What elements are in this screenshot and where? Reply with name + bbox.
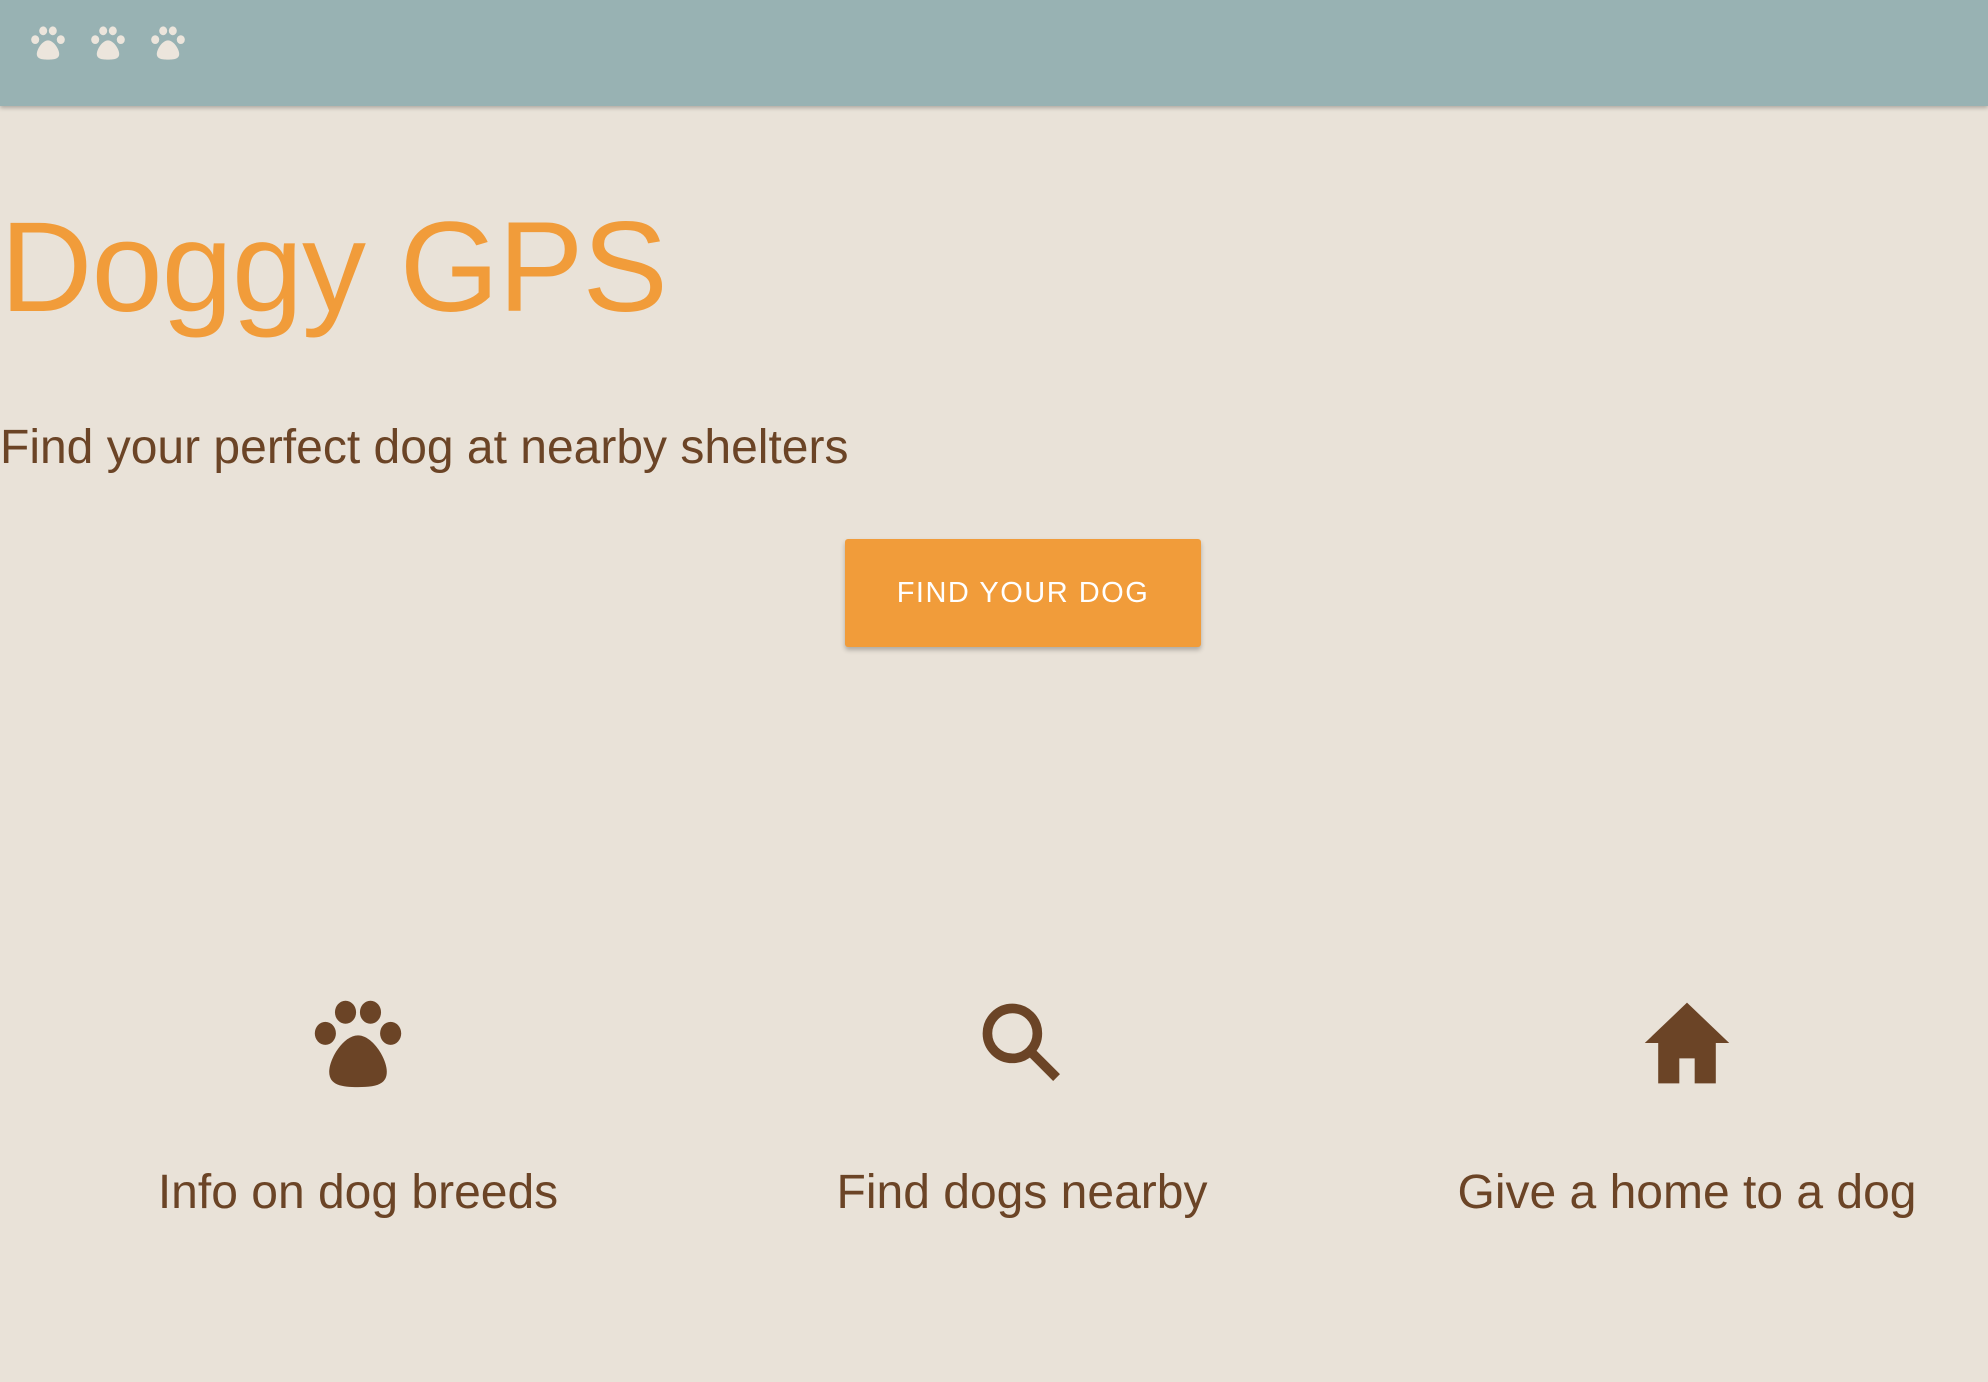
feature-label: Info on dog breeds [157, 1166, 559, 1219]
feature-breeds[interactable]: Info on dog breeds [58, 995, 658, 1217]
feature-label: Give a home to a dog [1457, 1166, 1917, 1219]
home-icon [1644, 1002, 1730, 1084]
page-subtitle: Find your perfect dog at nearby shelters [0, 421, 849, 474]
page-title: Doggy GPS [0, 196, 668, 339]
feature-give-home[interactable]: Give a home to a dog [1387, 995, 1987, 1217]
paw-icon [91, 26, 125, 60]
paw-icon [31, 26, 65, 60]
top-app-bar [0, 0, 1988, 106]
find-your-dog-button[interactable]: FIND YOUR DOG [845, 539, 1201, 647]
search-icon [982, 1003, 1060, 1081]
logo[interactable] [28, 22, 188, 62]
feature-label: Find dogs nearby [836, 1166, 1208, 1219]
paw-icon [314, 1000, 402, 1088]
paw-icon [151, 26, 185, 60]
feature-find-nearby[interactable]: Find dogs nearby [722, 995, 1322, 1217]
